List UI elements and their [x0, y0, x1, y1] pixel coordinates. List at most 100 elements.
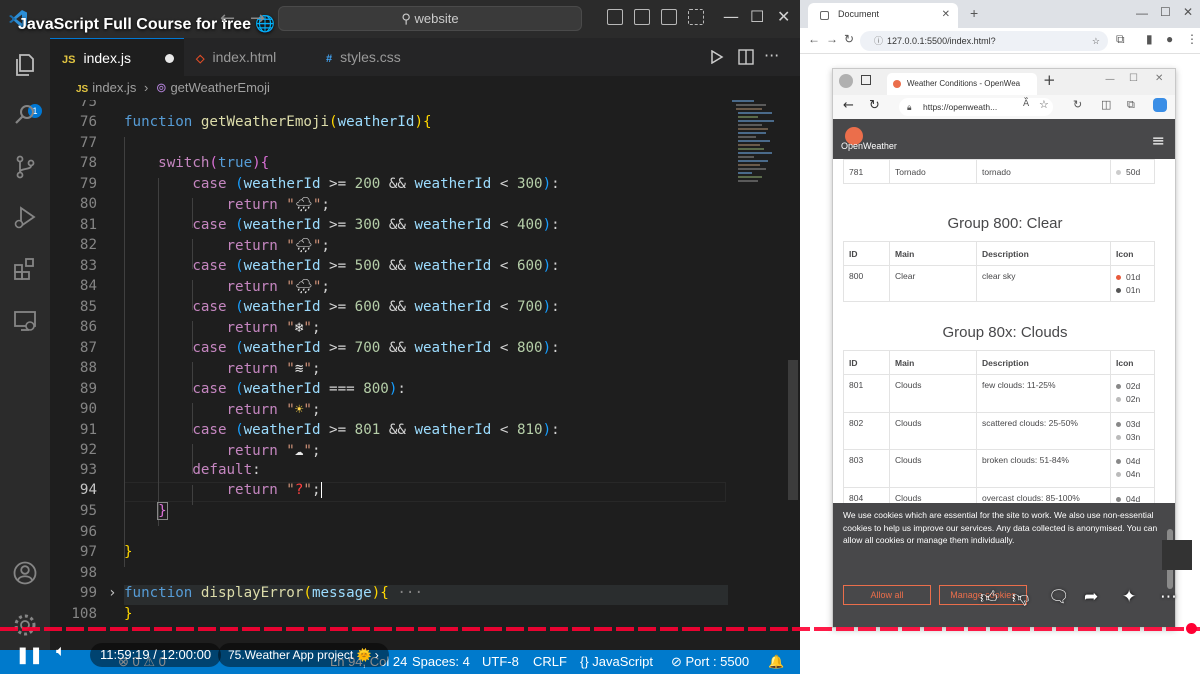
code-line-76: function getWeatherEmoji(weatherId){ — [124, 114, 432, 130]
tab-close-icon[interactable]: ✕ — [942, 3, 950, 26]
minimap[interactable] — [730, 100, 786, 190]
tab-index-js[interactable]: JS index.js — [50, 38, 184, 76]
side-panel-icon[interactable]: ▮ — [1146, 32, 1153, 46]
edge-tab-weather-conditions[interactable]: Weather Conditions - OpenWea — [887, 73, 1037, 95]
tab-actions-icon[interactable] — [861, 75, 871, 85]
back-arrow-icon[interactable]: ← — [808, 32, 820, 46]
bookmark-star-icon[interactable]: ☆ — [1092, 31, 1100, 51]
edge-tab-title: Weather Conditions - OpenWea — [907, 79, 1021, 88]
dislike-icon[interactable]: 👎︎ — [1012, 587, 1029, 608]
subtitles-icon[interactable]: ▭ — [1048, 643, 1063, 663]
close-icon[interactable]: ✕ — [1183, 5, 1193, 19]
close-icon[interactable]: ✕ — [1155, 73, 1163, 84]
editor-scrollbar[interactable] — [786, 100, 800, 630]
source-control-icon[interactable] — [12, 154, 38, 180]
cloud-icon — [1116, 472, 1121, 478]
back-arrow-icon[interactable]: ← — [843, 98, 854, 113]
command-center-search[interactable]: ⚲ website — [278, 6, 582, 31]
minimize-icon[interactable]: — — [1105, 74, 1115, 85]
eol-status[interactable]: CRLF — [533, 650, 567, 674]
breadcrumb: JS index.js › ⊚ getWeatherEmoji — [50, 76, 800, 100]
chrome-menu-icon[interactable]: ⋮ — [1186, 32, 1198, 46]
breadcrumb-file[interactable]: index.js — [92, 80, 136, 95]
settings-gear-icon[interactable]: ⚙ — [1086, 642, 1101, 662]
reload-icon[interactable]: ↻ — [844, 32, 854, 46]
accounts-icon[interactable] — [12, 560, 38, 586]
forward-arrow-icon[interactable]: → — [250, 8, 265, 29]
collections-icon[interactable]: ⧉ — [1127, 98, 1135, 112]
new-tab-plus-icon[interactable]: + — [1043, 71, 1056, 89]
favorite-star-icon[interactable]: ☆ — [1039, 98, 1049, 111]
search-icon[interactable] — [12, 102, 38, 128]
pause-icon[interactable]: ❚❚ — [16, 645, 43, 665]
manage-gear-icon[interactable] — [12, 612, 38, 638]
profile-icon[interactable]: ● — [1166, 32, 1173, 46]
copilot-icon[interactable] — [1153, 98, 1167, 112]
minimize-icon[interactable]: — — [1136, 6, 1148, 20]
run-debug-icon[interactable] — [12, 204, 38, 230]
breadcrumb-symbol[interactable]: getWeatherEmoji — [170, 80, 269, 95]
code-editor[interactable]: 75 76 77 78 79 80 81 82 83 84 85 86 87 88 89 90 91 92 93 94… — [50, 100, 730, 630]
address-bar[interactable]: ⓘ 127.0.0.1:5500/index.html? ☆ — [860, 31, 1108, 51]
maximize-icon[interactable]: ☐ — [1160, 5, 1171, 19]
toggle-panel-icon[interactable] — [634, 9, 650, 25]
like-icon[interactable]: 👍︎ — [980, 587, 998, 608]
table-row: 781 Tornado tornado 50d — [843, 159, 1155, 184]
split-screen-icon[interactable]: ◫ — [1101, 98, 1111, 111]
video-chapter[interactable]: 75.Weather App project 🌞 › — [218, 643, 389, 667]
new-tab-plus-icon[interactable]: + — [970, 5, 978, 21]
more-actions-icon[interactable]: ··· — [764, 46, 779, 65]
autoplay-toggle[interactable] — [1008, 646, 1032, 660]
line-number: 108 — [71, 606, 97, 622]
explorer-icon[interactable] — [12, 52, 38, 78]
code-line-case: case (weatherId >= 300 && weatherId < 40… — [192, 217, 560, 233]
edge-profile-icon[interactable] — [839, 74, 853, 88]
hamburger-menu-icon[interactable]: ≡ — [1152, 131, 1165, 150]
refresh-icon[interactable]: ↻ — [1073, 98, 1082, 111]
scrollbar-thumb[interactable] — [788, 360, 798, 500]
minimize-icon[interactable]: — — [723, 7, 739, 26]
subscribe-watermark[interactable] — [1162, 540, 1192, 570]
video-progress-bar[interactable] — [0, 627, 1200, 631]
live-server-port-status[interactable]: ⊘ Port : 5500 — [671, 650, 749, 674]
line-number: 77 — [79, 135, 97, 151]
language-mode-status[interactable]: {} JavaScript — [580, 650, 653, 674]
volume-icon[interactable]: 🔈︎ — [56, 643, 66, 661]
forward-arrow-icon[interactable]: → — [826, 32, 838, 46]
encoding-status[interactable]: UTF-8 — [482, 650, 519, 674]
openweather-brand[interactable]: OpenWeather — [841, 141, 897, 151]
allow-all-button[interactable]: Allow all — [843, 585, 931, 605]
indentation-status[interactable]: Spaces: 4 — [412, 650, 470, 674]
reload-icon[interactable]: ↻ — [869, 98, 880, 113]
remote-explorer-icon[interactable] — [12, 308, 38, 334]
toggle-primary-sidebar-icon[interactable] — [607, 9, 623, 25]
line-number: 97 — [79, 544, 97, 560]
customize-layout-icon[interactable] — [688, 9, 704, 25]
video-scrubber-handle[interactable] — [1186, 623, 1197, 634]
fullscreen-icon[interactable]: ⤢ — [1162, 642, 1175, 660]
notifications-bell-icon[interactable]: 🔔 — [768, 650, 784, 674]
run-code-icon[interactable] — [710, 50, 724, 64]
share-icon[interactable]: ➦ — [1084, 587, 1098, 607]
read-aloud-icon[interactable]: A᷈ — [1023, 99, 1029, 109]
more-options-icon[interactable]: ⋯ — [1160, 587, 1177, 607]
maximize-icon[interactable]: ☐ — [1129, 73, 1138, 84]
fold-chevron-icon[interactable]: › — [108, 585, 117, 601]
site-info-icon[interactable]: ⓘ — [874, 36, 883, 46]
tab-index-html[interactable]: ◇ index.html — [184, 38, 314, 76]
cast-icon[interactable]: ⎚ — [1124, 642, 1137, 660]
maximize-icon[interactable]: ☐ — [750, 7, 764, 26]
split-editor-icon[interactable] — [738, 49, 754, 65]
unsaved-dot-icon[interactable] — [164, 54, 174, 63]
close-icon[interactable]: ✕ — [777, 7, 790, 26]
remix-sparkle-icon[interactable]: ✦ — [1122, 587, 1136, 607]
tab-styles-css[interactable]: # styles.css — [314, 38, 444, 76]
browser-tab-document[interactable]: Document ✕ — [808, 3, 958, 28]
code-line-case: case (weatherId >= 200 && weatherId < 30… — [192, 176, 560, 192]
toggle-secondary-sidebar-icon[interactable] — [661, 9, 677, 25]
extensions-icon[interactable] — [12, 256, 38, 282]
extensions-puzzle-icon[interactable]: ⧉ — [1116, 32, 1125, 47]
comment-icon[interactable]: 🗨 — [1048, 587, 1070, 607]
back-arrow-icon[interactable]: ← — [220, 8, 235, 29]
edge-address-bar[interactable]: 🔒︎ https://openweath... — [899, 98, 1053, 116]
